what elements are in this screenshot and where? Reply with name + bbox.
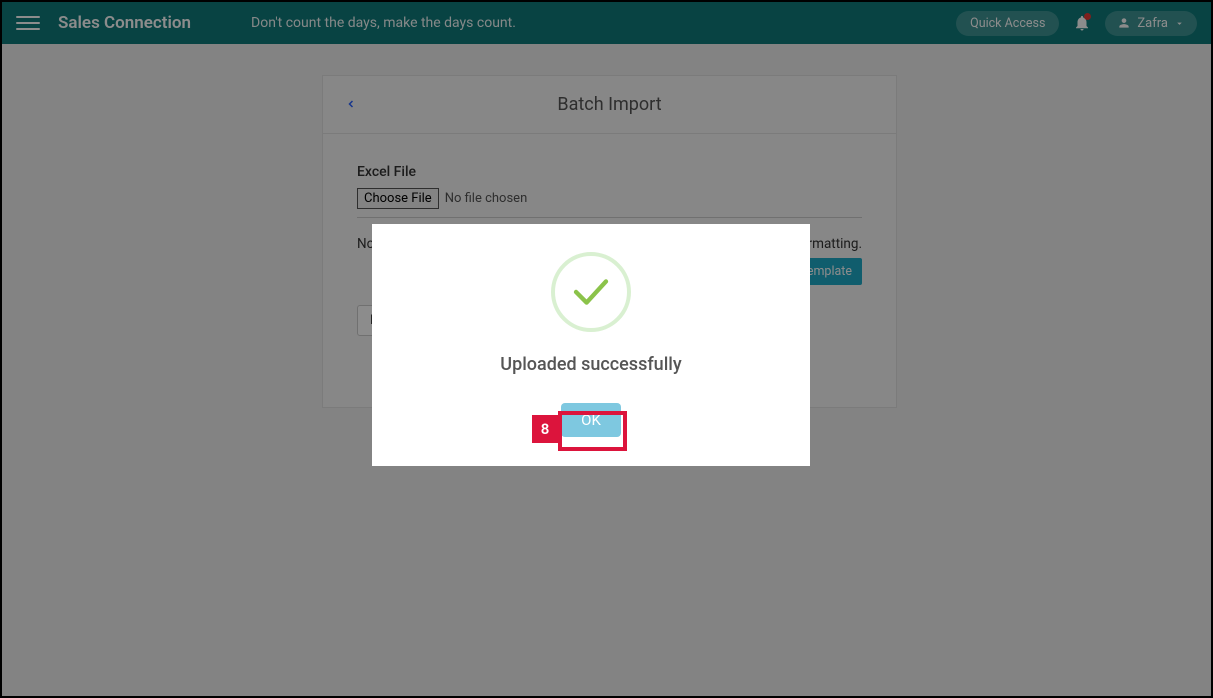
annotation-number: 8 — [532, 415, 558, 443]
modal-message: Uploaded successfully — [402, 354, 780, 375]
success-modal: Uploaded successfully OK — [372, 224, 810, 466]
success-check-icon — [551, 252, 631, 332]
ok-button[interactable]: OK — [561, 403, 621, 437]
